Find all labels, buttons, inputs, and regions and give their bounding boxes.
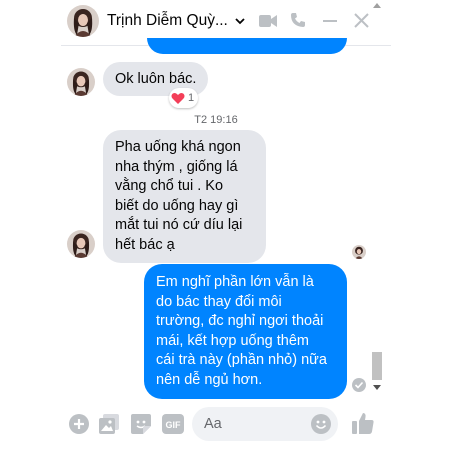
thumbs-up-icon[interactable] xyxy=(352,412,374,434)
phone-icon[interactable] xyxy=(290,12,306,28)
sticker-icon[interactable] xyxy=(131,414,151,434)
message-line: mắt tui nó cứ díu lại xyxy=(115,217,243,233)
chat-window: Trịnh Diễm Quỳ... Ok luôn bác. 1 T2 19:1… xyxy=(61,0,391,451)
reaction-count: 1 xyxy=(188,92,195,104)
message-composer[interactable] xyxy=(192,407,338,441)
sent-message[interactable]: Em nghĩ phần lớn vẫn là do bác thay đổi … xyxy=(144,264,347,399)
contact-avatar[interactable] xyxy=(67,5,99,37)
message-line: cái trà này (phần nhỏ) nữa xyxy=(156,352,327,368)
contact-name[interactable]: Trịnh Diễm Quỳ... xyxy=(107,12,228,30)
chevron-down-icon[interactable] xyxy=(234,15,246,27)
contact-message-avatar xyxy=(67,68,95,96)
heart-icon xyxy=(171,92,185,104)
close-icon[interactable] xyxy=(354,13,369,28)
message-line: trường, đc nghỉ ngơi thoải xyxy=(156,313,324,329)
delivered-check-icon xyxy=(352,378,366,392)
message-line: biết do uống hay gì xyxy=(115,197,239,214)
video-camera-icon[interactable] xyxy=(259,14,277,28)
seen-avatar xyxy=(352,245,366,259)
message-line: nên dễ ngủ hơn. xyxy=(156,371,263,388)
gif-label: GIF xyxy=(166,420,182,430)
composer-bar: GIF xyxy=(61,400,391,451)
message-line: Em nghĩ phần lớn vẫn là xyxy=(156,274,314,290)
message-reaction[interactable]: 1 xyxy=(169,88,199,108)
message-line: Pha uống khá ngon xyxy=(115,139,241,155)
scroll-up-icon[interactable] xyxy=(373,2,381,8)
message-line: do bác thay đổi môi xyxy=(156,293,282,310)
plus-icon[interactable] xyxy=(69,414,89,434)
received-message-long[interactable]: Pha uống khá ngon nha thým , giống lá vằ… xyxy=(103,130,266,263)
message-line: nha thým , giống lá xyxy=(115,158,238,175)
minimize-icon[interactable] xyxy=(323,19,337,23)
scroll-thumb[interactable] xyxy=(372,352,382,380)
contact-message-avatar xyxy=(67,230,95,258)
previous-sent-bubble xyxy=(147,38,347,54)
message-line: hết bác ạ xyxy=(115,236,175,253)
message-timestamp: T2 19:16 xyxy=(194,114,238,126)
message-input[interactable] xyxy=(204,414,304,434)
emoji-icon[interactable] xyxy=(311,414,331,434)
scroll-down-icon[interactable] xyxy=(373,385,381,391)
message-line: vằng chổ tui . Ko xyxy=(115,178,224,194)
message-line: mái, kết hợp uống thêm xyxy=(156,332,309,349)
photo-icon[interactable] xyxy=(99,414,119,434)
gif-icon[interactable]: GIF xyxy=(162,414,184,434)
message-scrollbar[interactable] xyxy=(370,0,384,400)
